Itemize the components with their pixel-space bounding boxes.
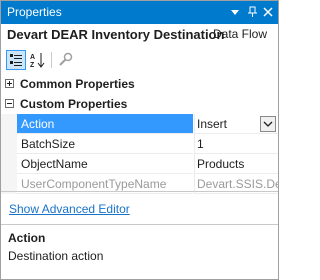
categorized-button[interactable] xyxy=(6,50,26,70)
expand-plus-icon[interactable] xyxy=(5,79,14,88)
window-title: Properties xyxy=(7,5,62,19)
property-row-objectname[interactable]: ObjectName Products xyxy=(1,154,278,174)
object-name: Devart DEAR Inventory Destination xyxy=(7,27,225,42)
categorized-icon xyxy=(10,54,22,66)
category-custom-properties[interactable]: Custom Properties xyxy=(1,94,278,114)
close-icon[interactable] xyxy=(261,4,275,20)
property-value[interactable]: 1 xyxy=(194,134,278,154)
category-common-properties[interactable]: Common Properties xyxy=(1,74,278,94)
object-selector[interactable]: Devart DEAR Inventory Destination Data F… xyxy=(1,24,278,46)
show-advanced-editor-link[interactable]: Show Advanced Editor xyxy=(9,202,130,216)
toolbar-separator xyxy=(51,52,52,68)
description-title: Action xyxy=(8,231,46,245)
property-name[interactable]: ObjectName xyxy=(17,154,193,174)
alphabetical-icon: A Z xyxy=(30,53,45,69)
property-value[interactable]: Products xyxy=(194,154,278,174)
window-menu-dropdown-icon[interactable] xyxy=(228,4,242,20)
property-name[interactable]: Action xyxy=(17,114,193,134)
property-value: Insert xyxy=(197,117,228,131)
title-bar: Properties xyxy=(1,1,278,24)
alphabetical-button[interactable]: A Z xyxy=(28,50,48,70)
property-name[interactable]: BatchSize xyxy=(17,134,193,154)
category-label: Common Properties xyxy=(20,77,135,91)
description-text: Destination action xyxy=(8,249,104,263)
properties-panel: Properties Devart DEAR Inventory Destina… xyxy=(0,0,279,280)
property-pages-button[interactable] xyxy=(56,50,76,70)
property-row-batchsize[interactable]: BatchSize 1 xyxy=(1,134,278,154)
divider xyxy=(1,224,278,225)
svg-text:A: A xyxy=(30,54,35,61)
property-pages-icon xyxy=(59,52,73,66)
collapse-minus-icon[interactable] xyxy=(5,99,14,108)
object-type: Data Flow xyxy=(213,27,268,41)
property-value-dropdown[interactable]: Insert xyxy=(194,114,278,134)
pin-icon[interactable] xyxy=(245,4,259,20)
divider xyxy=(1,191,278,192)
category-label: Custom Properties xyxy=(20,97,128,111)
chevron-down-icon[interactable] xyxy=(260,116,276,132)
svg-text:Z: Z xyxy=(30,62,35,69)
properties-toolbar: A Z xyxy=(1,47,278,73)
property-row-action[interactable]: Action Insert xyxy=(1,114,278,134)
